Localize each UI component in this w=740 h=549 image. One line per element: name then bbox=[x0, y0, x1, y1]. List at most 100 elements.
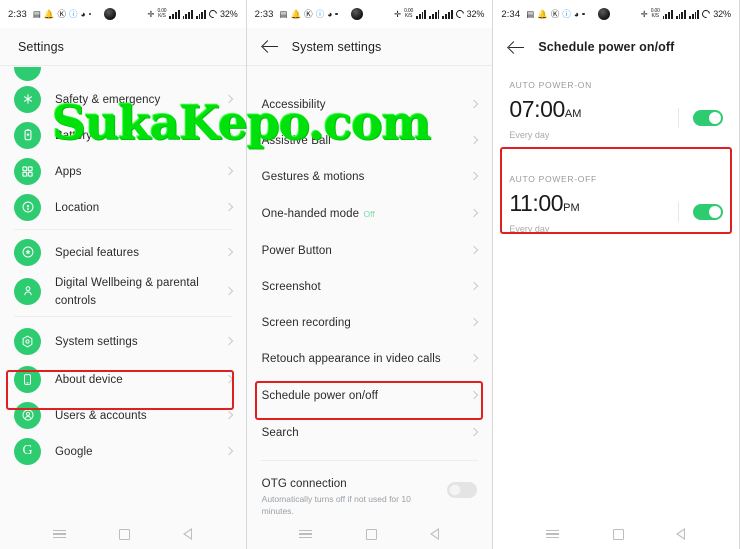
sidebar-item-users-accounts[interactable]: Users & accounts bbox=[0, 397, 246, 433]
list-item-retouch-appearance[interactable]: Retouch appearance in video calls bbox=[246, 340, 493, 376]
list-item-assistive-ball[interactable]: Assistive Ball bbox=[246, 122, 493, 158]
otg-toggle-glyph: ⏻ bbox=[452, 485, 459, 495]
otg-toggle[interactable]: ⏻ bbox=[447, 482, 478, 498]
sidebar-item-system-settings[interactable]: System settings bbox=[0, 321, 246, 361]
menu-icon[interactable] bbox=[52, 527, 66, 540]
status-bar-right: 2:34 ▤ 🔔 Ⓚ ⓘ ◕ ✛ 0.00 K/S 32% bbox=[493, 0, 739, 28]
status-right-cluster: ✛ 0.00 K/S 32% bbox=[640, 8, 731, 20]
circle-k-icon: Ⓚ bbox=[550, 8, 560, 19]
page-title: System settings bbox=[291, 39, 382, 54]
chevron-right-icon bbox=[224, 247, 233, 257]
sidebar-item-label: Google bbox=[55, 446, 93, 458]
list-item-screen-recording[interactable]: Screen recording bbox=[246, 304, 493, 340]
signal-sim1-icon bbox=[662, 9, 673, 19]
otg-label: OTG connection bbox=[261, 478, 347, 490]
phone-circle-icon: ◕ bbox=[327, 8, 333, 19]
list-item-one-handed-mode[interactable]: One-handed mode Off bbox=[246, 194, 493, 232]
chevron-right-icon bbox=[224, 202, 233, 212]
menu-icon[interactable] bbox=[299, 527, 313, 540]
page-title: Schedule power on/off bbox=[538, 40, 675, 54]
status-right-cluster: ✛ 0.00 K/S 32% bbox=[147, 8, 238, 20]
sidebar-item-location[interactable]: Location bbox=[0, 189, 246, 225]
screenshot-stage: 2:33 ▤ 🔔 Ⓚ ⓘ ◕ ✛ 0.00 K/S 32% Settings S… bbox=[0, 0, 740, 549]
list-item-otg-connection[interactable]: OTG connection Automatically turns off i… bbox=[246, 465, 493, 517]
auto-power-off-row[interactable]: 11:00PM Every day bbox=[493, 184, 739, 248]
home-square-icon[interactable] bbox=[365, 528, 377, 540]
list-item-search[interactable]: Search bbox=[246, 414, 493, 450]
sidebar-item-label: System settings bbox=[55, 336, 138, 348]
circle-k-icon: Ⓚ bbox=[304, 8, 313, 19]
auto-power-off-text: 11:00PM Every day bbox=[509, 190, 678, 234]
back-triangle-icon[interactable] bbox=[182, 528, 193, 540]
back-triangle-icon[interactable] bbox=[676, 528, 686, 540]
sidebar-item-label: Digital Wellbeing & parental controls bbox=[55, 277, 199, 307]
list-item-label: Screenshot bbox=[261, 281, 321, 293]
chevron-right-icon bbox=[470, 135, 479, 145]
auto-power-on-toggle[interactable] bbox=[692, 110, 723, 126]
list-item-accessibility[interactable]: Accessibility bbox=[246, 86, 493, 122]
back-arrow-icon[interactable] bbox=[508, 39, 525, 56]
auto-power-on-repeat: Every day bbox=[509, 130, 550, 140]
signal-sim2-icon bbox=[429, 9, 440, 19]
sidebar-item-safety-emergency[interactable]: Safety & emergency bbox=[0, 81, 246, 117]
list-item-power-button[interactable]: Power Button bbox=[246, 232, 493, 268]
home-square-icon[interactable] bbox=[119, 528, 131, 540]
chevron-right-icon bbox=[224, 130, 233, 140]
list-item-label: Schedule power on/off bbox=[261, 390, 378, 402]
list-item-screenshot[interactable]: Screenshot bbox=[246, 268, 493, 304]
sidebar-item-battery[interactable]: Battery bbox=[0, 117, 246, 153]
sidebar-item-apps[interactable]: Apps bbox=[0, 153, 246, 189]
row-text: Gestures & motions bbox=[262, 167, 464, 185]
battery-ring-icon bbox=[454, 8, 466, 20]
chevron-right-icon bbox=[470, 171, 479, 181]
list-item-label: Accessibility bbox=[261, 99, 326, 111]
auto-power-off-time: 11:00 bbox=[509, 190, 564, 216]
home-square-icon[interactable] bbox=[612, 528, 624, 540]
google-icon: G bbox=[14, 437, 41, 465]
chevron-right-icon bbox=[470, 317, 479, 327]
list-item-label: Assistive Ball bbox=[261, 135, 331, 147]
row-text: One-handed mode Off bbox=[262, 204, 464, 222]
auto-power-off-repeat: Every day bbox=[509, 224, 550, 234]
sidebar-item-about-device[interactable]: About device bbox=[0, 361, 246, 397]
auto-power-on-section: AUTO POWER-ON 07:00AM Every day bbox=[493, 66, 739, 154]
auto-power-on-row[interactable]: 07:00AM Every day bbox=[493, 90, 739, 154]
bluetooth-icon: ✛ bbox=[640, 8, 648, 19]
about-device-icon bbox=[14, 365, 41, 393]
panel-settings: 2:33 ▤ 🔔 Ⓚ ⓘ ◕ ✛ 0.00 K/S 32% Settings S… bbox=[0, 0, 247, 549]
auto-power-on-text: 07:00AM Every day bbox=[509, 96, 678, 140]
auto-power-off-time-wrap: 11:00PM bbox=[509, 190, 678, 222]
system-settings-icon bbox=[14, 327, 41, 355]
location-icon bbox=[14, 193, 41, 221]
system-settings-header: System settings bbox=[246, 28, 493, 66]
list-item-gestures-motions[interactable]: Gestures & motions bbox=[246, 158, 493, 194]
row-text: Special features bbox=[55, 243, 218, 261]
back-arrow-icon[interactable] bbox=[262, 38, 279, 55]
auto-power-on-ampm: AM bbox=[564, 108, 582, 120]
chevron-right-icon bbox=[470, 245, 479, 255]
list-item-schedule-power-onoff[interactable]: Schedule power on/off bbox=[246, 376, 493, 414]
status-right-cluster: ✛ 0.00 K/S 32% bbox=[394, 8, 485, 20]
panel-schedule-power: 2:34 ▤ 🔔 Ⓚ ⓘ ◕ ✛ 0.00 K/S 32% Schedule p… bbox=[493, 0, 740, 549]
row-text: Battery bbox=[55, 126, 218, 144]
row-text: Retouch appearance in video calls bbox=[262, 349, 464, 367]
back-triangle-icon[interactable] bbox=[429, 528, 440, 540]
row-text: Digital Wellbeing & parental controls bbox=[55, 273, 218, 309]
auto-power-on-time: 07:00 bbox=[509, 96, 565, 122]
battery-percent: 32% bbox=[466, 9, 485, 19]
chevron-right-icon bbox=[470, 208, 479, 218]
sidebar-item-label: Battery bbox=[55, 130, 93, 142]
menu-icon[interactable] bbox=[546, 527, 560, 540]
chevron-right-icon bbox=[224, 166, 233, 176]
sidebar-item-google[interactable]: G Google bbox=[0, 433, 246, 469]
calculator-icon: ▤ bbox=[279, 8, 288, 19]
network-speed-icon: 0.00 K/S bbox=[404, 8, 414, 19]
chevron-right-icon bbox=[224, 336, 233, 346]
sidebar-item-digital-wellbeing[interactable]: Digital Wellbeing & parental controls bbox=[0, 270, 246, 312]
sidebar-item-special-features[interactable]: Special features bbox=[0, 234, 246, 270]
sidebar-item-label: Apps bbox=[55, 166, 82, 178]
auto-power-off-toggle[interactable] bbox=[692, 204, 723, 220]
chevron-right-icon bbox=[224, 446, 233, 456]
row-text: Apps bbox=[55, 162, 218, 180]
phone-circle-icon: ◕ bbox=[80, 8, 86, 19]
